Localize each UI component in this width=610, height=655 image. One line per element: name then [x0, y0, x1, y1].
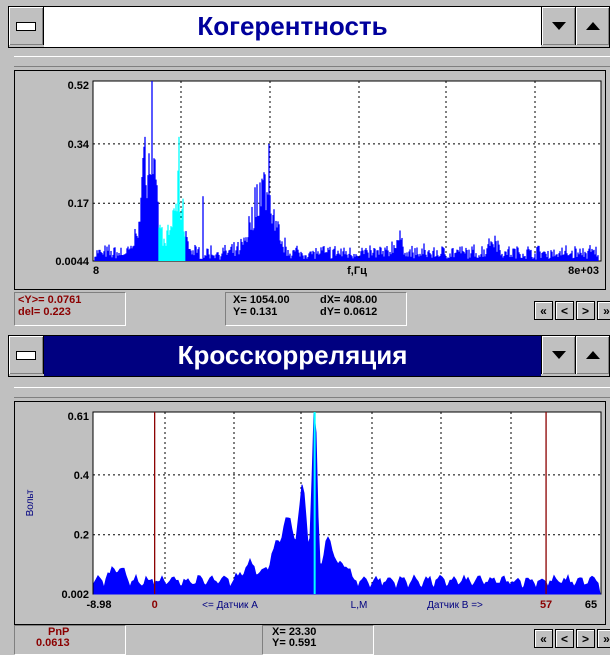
- crosscorrelation-window: Кросскорреляция 0.61 0.4 0.2 0.002 Вольт -8.9…: [0, 327, 610, 655]
- x-tick-label: 8e+03: [568, 265, 599, 277]
- arrow-down-icon: [551, 22, 566, 30]
- scrollbar[interactable]: [14, 387, 610, 398]
- y-tick-label: 0.34: [68, 139, 90, 151]
- arrow-down-icon: [551, 351, 566, 359]
- last-button[interactable]: »: [597, 629, 610, 648]
- next-button[interactable]: >: [576, 301, 595, 320]
- y-tick-label: 0.0044: [55, 256, 90, 268]
- next-button[interactable]: >: [576, 629, 595, 648]
- pnp-value: 0.0613: [36, 637, 70, 649]
- pnp-box: [14, 625, 126, 655]
- coherence-titlebar: Когерентность: [8, 6, 610, 48]
- y-tick-label: 0.4: [74, 470, 90, 482]
- first-button[interactable]: «: [534, 629, 553, 648]
- minus-icon: [16, 350, 36, 360]
- arrow-up-icon: [585, 351, 600, 359]
- y-axis-label: Вольт: [25, 489, 36, 516]
- scrollbar[interactable]: [14, 56, 610, 67]
- x-tick-label: -8.98: [86, 599, 111, 611]
- prev-button[interactable]: <: [555, 301, 574, 320]
- x-tick-label: 0: [152, 599, 158, 611]
- plot-area: [92, 411, 602, 595]
- coherence-window: Когерентность 0.52 0.34 0.17 0.0044 8 8e+03 f,…: [0, 0, 610, 327]
- del-readout: del= 0.223: [18, 306, 71, 318]
- y-readout: Y= 0.131: [233, 306, 278, 318]
- x-annotation: Датчик В =>: [427, 600, 483, 611]
- nav-buttons: « < > »: [534, 629, 610, 648]
- minimize-button[interactable]: [541, 7, 575, 45]
- dx-readout: dX= 408.00: [320, 294, 378, 306]
- coherence-chart: 0.52 0.34 0.17 0.00448 8e+03 f,Гц: [55, 80, 602, 277]
- x-readout: X= 1054.00: [233, 294, 290, 306]
- y-mean-readout: <Y>= 0.0761: [18, 294, 82, 306]
- y-tick-label: 0.52: [68, 80, 89, 92]
- window-title: Кросскорреляция: [44, 336, 541, 376]
- system-menu-button[interactable]: [9, 7, 44, 45]
- maximize-button[interactable]: [575, 7, 609, 45]
- plot-area: [92, 80, 602, 262]
- minimize-button[interactable]: [541, 336, 575, 374]
- crosscorrelation-titlebar: Кросскорреляция: [8, 335, 610, 377]
- x-tick-label: 8: [93, 265, 99, 277]
- crosscorrelation-plot-frame: 0.61 0.4 0.2 0.002 Вольт -8.98 0 57 65 <= Датчик …: [14, 401, 606, 625]
- window-title: Когерентность: [44, 7, 541, 47]
- dy-readout: dY= 0.0612: [320, 306, 378, 318]
- arrow-up-icon: [585, 22, 600, 30]
- x-annotation: L,M: [351, 600, 368, 611]
- system-menu-button[interactable]: [9, 336, 44, 374]
- minus-icon: [16, 21, 36, 31]
- y-tick-label: 0.17: [68, 198, 89, 210]
- crosscorrelation-chart: 0.61 0.4 0.2 0.002 Вольт -8.98 0 57 65 <= Датчик …: [25, 411, 602, 611]
- y-readout: Y= 0.591: [272, 637, 317, 649]
- prev-button[interactable]: <: [555, 629, 574, 648]
- x-tick-label: 65: [585, 599, 597, 611]
- y-tick-label: 0.002: [61, 589, 89, 601]
- y-tick-label: 0.61: [68, 411, 89, 423]
- x-tick-label: 57: [540, 599, 552, 611]
- nav-buttons: « < > »: [534, 301, 610, 320]
- last-button[interactable]: »: [597, 301, 610, 320]
- y-tick-label: 0.2: [74, 530, 89, 542]
- x-axis-label: f,Гц: [347, 265, 367, 277]
- coherence-plot-frame: 0.52 0.34 0.17 0.0044 8 8e+03 f,Гц: [14, 70, 606, 290]
- first-button[interactable]: «: [534, 301, 553, 320]
- maximize-button[interactable]: [575, 336, 609, 374]
- x-annotation: <= Датчик А: [202, 600, 258, 611]
